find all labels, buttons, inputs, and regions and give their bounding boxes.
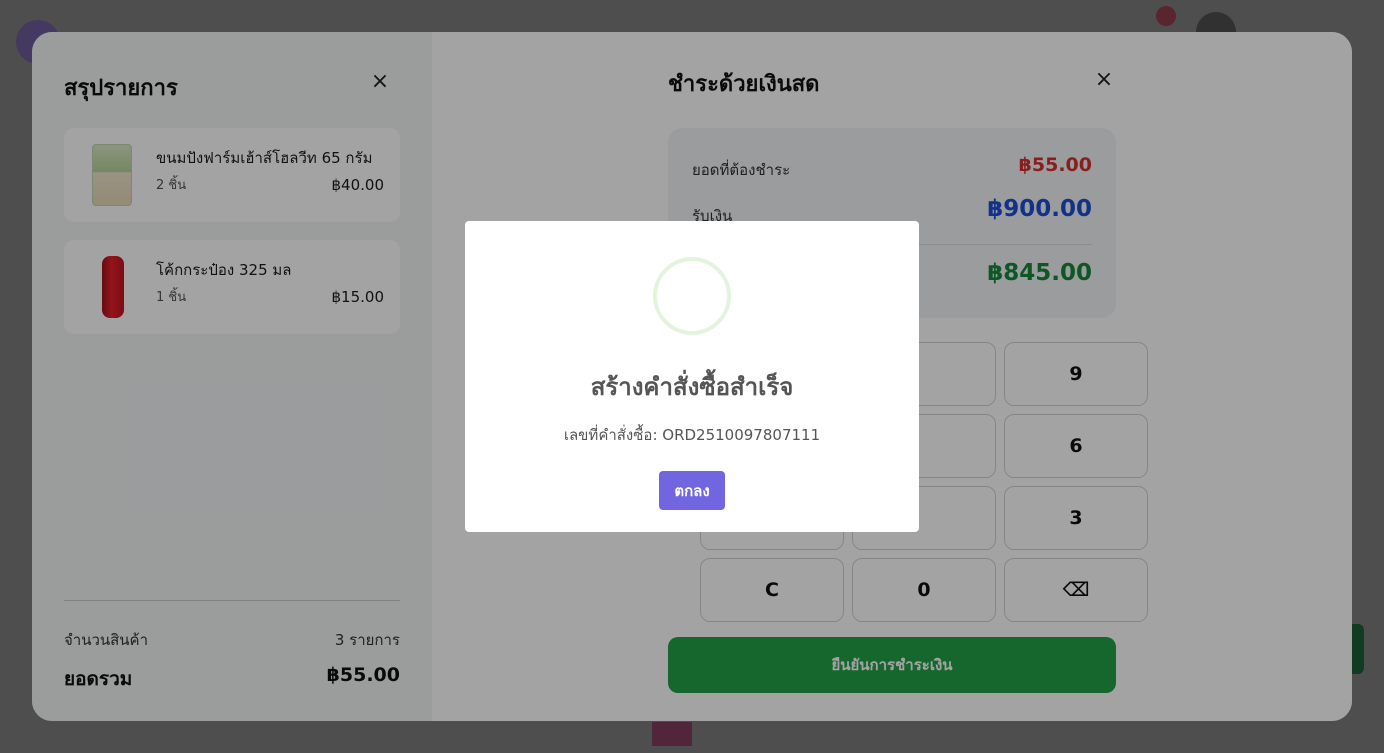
order-success-dialog: สร้างคำสั่งซื้อสำเร็จ เลขที่คำสั่งซื้อ: … (465, 221, 919, 532)
success-ring-icon (653, 257, 731, 335)
order-number-text: เลขที่คำสั่งซื้อ: ORD2510097807111 (563, 426, 821, 444)
dialog-title: สร้างคำสั่งซื้อสำเร็จ (590, 373, 794, 401)
ok-button[interactable]: ตกลง (659, 471, 725, 510)
